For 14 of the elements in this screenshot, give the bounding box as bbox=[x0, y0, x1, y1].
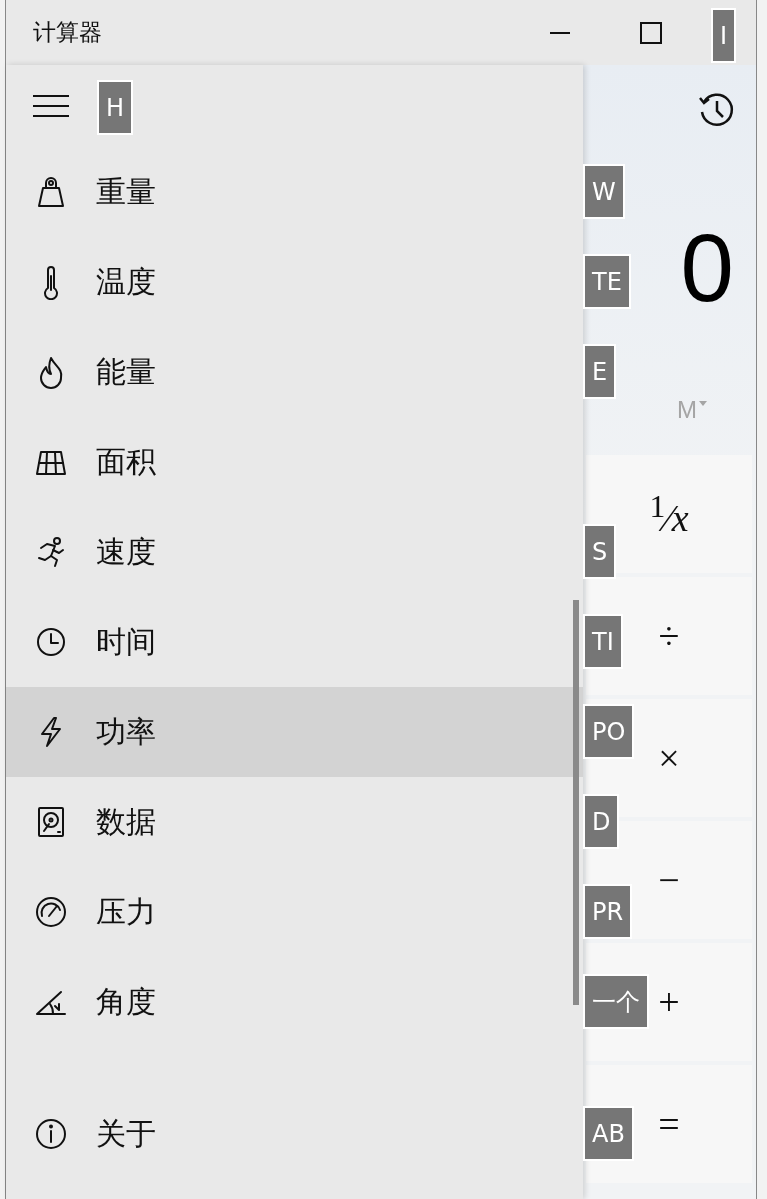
keytip-tooltip: I bbox=[711, 8, 737, 63]
keytip-tooltip: D bbox=[583, 794, 620, 849]
keytip-tooltip: 一个 bbox=[583, 974, 649, 1029]
keytip-tooltip: PO bbox=[583, 704, 635, 759]
window-title: 计算器 bbox=[33, 18, 103, 47]
keytip-tooltip: H bbox=[97, 80, 134, 135]
keytip-tooltip: AB bbox=[583, 1106, 634, 1161]
keytip-tooltip: PR bbox=[583, 884, 633, 939]
keytip-tooltip: S bbox=[583, 524, 617, 579]
result-display: 0 bbox=[680, 212, 734, 323]
keytip-tooltip: TE bbox=[583, 254, 631, 309]
keytip-tooltip: W bbox=[583, 164, 625, 219]
keytip-tooltip: TI bbox=[583, 614, 623, 669]
keytip-tooltip: E bbox=[583, 344, 617, 399]
